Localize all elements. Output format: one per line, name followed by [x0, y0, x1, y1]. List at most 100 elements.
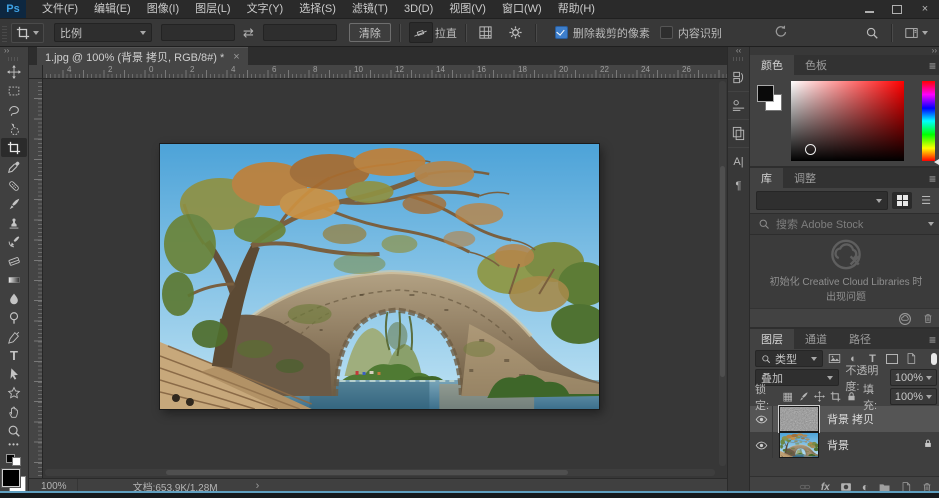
lock-pixels-icon[interactable] [798, 391, 810, 402]
strip-grip[interactable] [733, 57, 744, 61]
menu-item-9[interactable]: 窗口(W) [494, 0, 550, 18]
tool-lasso[interactable] [1, 101, 27, 120]
menu-item-2[interactable]: 图像(I) [139, 0, 187, 18]
sync-icon[interactable] [898, 312, 912, 326]
menu-item-4[interactable]: 文字(Y) [239, 0, 292, 18]
vertical-ruler[interactable] [29, 78, 43, 478]
default-swap-colors[interactable] [6, 454, 22, 466]
crop-height-input[interactable] [263, 24, 337, 41]
scrollbar-thumb[interactable] [720, 166, 725, 378]
vertical-scrollbar[interactable] [719, 81, 726, 466]
tool-rectangular-marquee[interactable] [1, 82, 27, 101]
glyphs-panel-button[interactable] [728, 119, 749, 147]
horizontal-scrollbar[interactable] [45, 469, 715, 476]
filter-pixel-layers-icon[interactable] [827, 352, 842, 365]
document-image[interactable] [160, 144, 599, 409]
menu-item-6[interactable]: 滤镜(T) [344, 0, 396, 18]
layer-filter-toggle[interactable] [931, 353, 937, 365]
opacity-field[interactable]: 100% [890, 369, 937, 386]
paragraph-panel-button[interactable]: ¶ [728, 175, 749, 197]
tool-path-selection[interactable] [1, 365, 27, 384]
straighten-button[interactable] [409, 22, 433, 43]
close-button[interactable]: × [911, 0, 939, 18]
tool-dodge[interactable] [1, 308, 27, 327]
document-tab[interactable]: 1.jpg @ 100% (背景 拷贝, RGB/8#) * × [37, 47, 248, 65]
scrollbar-thumb[interactable] [166, 470, 568, 475]
menu-item-10[interactable]: 帮助(H) [550, 0, 603, 18]
search-button[interactable] [861, 23, 883, 42]
tool-blur[interactable] [1, 289, 27, 308]
menu-item-8[interactable]: 视图(V) [441, 0, 494, 18]
library-search[interactable]: 搜索 Adobe Stock [750, 213, 939, 235]
tool-zoom[interactable] [1, 422, 27, 441]
crop-ratio-select[interactable]: 比例 [54, 23, 152, 42]
filter-shape-layers-icon[interactable] [884, 354, 899, 364]
menu-item-5[interactable]: 选择(S) [291, 0, 344, 18]
list-view-button[interactable]: ☰ [916, 192, 936, 209]
color-swatches[interactable] [2, 469, 26, 493]
tool-quick-selection[interactable] [1, 120, 27, 139]
visibility-toggle[interactable] [750, 406, 773, 432]
character-panel-button[interactable]: A| [728, 147, 749, 175]
restore-button[interactable] [883, 0, 911, 18]
workspace-switcher[interactable] [901, 23, 931, 42]
ruler-corner[interactable] [29, 65, 43, 79]
foreground-color-swatch[interactable] [2, 469, 20, 487]
lock-transparency-icon[interactable]: ▦ [782, 390, 794, 403]
visibility-toggle[interactable] [750, 432, 773, 458]
tool-history-brush[interactable] [1, 233, 27, 252]
tool-crop-selected[interactable] [1, 138, 27, 157]
crop-settings-button[interactable] [505, 23, 527, 42]
clear-button[interactable]: 清除 [349, 23, 391, 42]
tool-pen[interactable] [1, 327, 27, 346]
reset-tool-button[interactable] [774, 24, 788, 41]
menu-item-7[interactable]: 3D(D) [396, 0, 441, 18]
layer-thumbnail-photo[interactable] [779, 432, 819, 458]
tool-move[interactable] [1, 63, 27, 82]
lock-all-icon[interactable] [845, 391, 857, 402]
horizontal-ruler[interactable]: 4202468101214161820222426 [42, 65, 727, 79]
tab-libraries[interactable]: 库 [750, 168, 783, 188]
tab-adjustments[interactable]: 调整 [783, 168, 827, 188]
history-panel-button[interactable] [728, 64, 749, 91]
tab-channels[interactable]: 通道 [794, 329, 838, 349]
edit-toolbar-button[interactable]: ••• [8, 440, 19, 452]
tool-preset-picker[interactable] [11, 23, 44, 43]
grid-view-button[interactable] [892, 192, 912, 209]
minimize-button[interactable] [855, 0, 883, 18]
strip-expand-button[interactable]: ‹‹ [728, 47, 749, 56]
canvas-area[interactable]: 4202468101214161820222426 [29, 65, 727, 478]
tool-type[interactable]: T [1, 346, 27, 365]
menu-item-1[interactable]: 编辑(E) [86, 0, 139, 18]
lock-artboard-icon[interactable] [829, 391, 841, 402]
saturation-brightness-field[interactable] [791, 81, 904, 161]
tool-brush[interactable] [1, 195, 27, 214]
tab-layers[interactable]: 图层 [750, 329, 794, 349]
panel-menu-icon[interactable]: ≡ [929, 172, 936, 186]
filter-smart-objects-icon[interactable] [903, 352, 918, 365]
library-select[interactable] [756, 191, 888, 210]
layer-filter-select[interactable]: 类型 [755, 350, 823, 367]
layer-thumbnail-noise[interactable] [779, 406, 819, 432]
content-aware-option[interactable]: 内容识别 [660, 25, 722, 41]
crop-width-input[interactable] [161, 24, 235, 41]
dock-collapse-button[interactable]: ›› [750, 47, 939, 55]
panel-menu-icon[interactable]: ≡ [929, 59, 936, 73]
foreground-color-chip[interactable] [757, 85, 774, 102]
tool-gradient[interactable] [1, 271, 27, 290]
tool-custom-shape[interactable] [1, 384, 27, 403]
menu-item-3[interactable]: 图层(L) [187, 0, 238, 18]
toolbar-collapse[interactable]: ›› [0, 47, 28, 56]
tool-spot-healing-brush[interactable] [1, 176, 27, 195]
layer-row-background[interactable]: 背景 [750, 432, 939, 458]
swap-dimensions-icon[interactable]: ⇄ [243, 25, 254, 41]
tab-close-icon[interactable]: × [233, 51, 239, 63]
hue-slider[interactable] [922, 81, 935, 161]
panel-menu-icon[interactable]: ≡ [929, 333, 936, 347]
layer-row-background-copy[interactable]: 背景 拷贝 [750, 406, 939, 432]
fill-field[interactable]: 100% [890, 388, 937, 405]
checkbox-unchecked-icon[interactable] [660, 26, 673, 39]
tool-clone-stamp[interactable] [1, 214, 27, 233]
tool-hand[interactable] [1, 403, 27, 422]
tool-eraser[interactable] [1, 252, 27, 271]
